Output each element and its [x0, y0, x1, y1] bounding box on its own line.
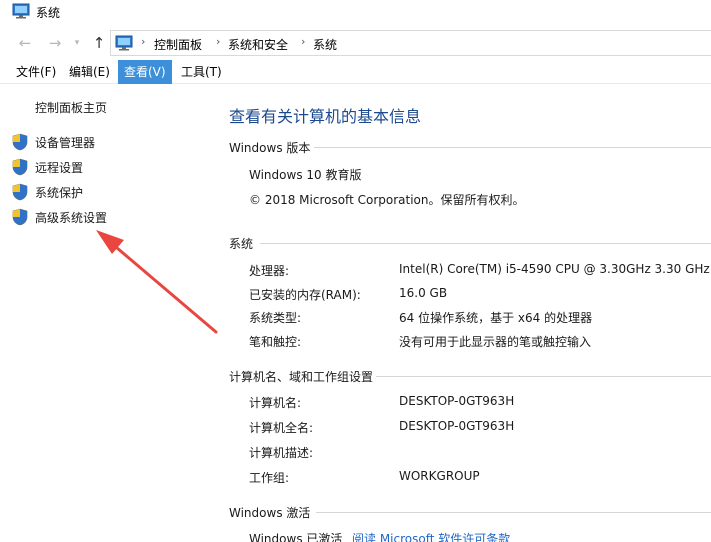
up-arrow-icon[interactable]: ↑	[88, 32, 110, 54]
pen-touch-value: 没有可用于此显示器的笔或触控输入	[399, 335, 592, 349]
section-divider	[314, 147, 711, 148]
chevron-right-icon[interactable]: ›	[216, 35, 220, 48]
ram-label: 已安装的内存(RAM):	[249, 288, 361, 302]
section-divider	[316, 512, 711, 513]
workgroup-label: 工作组:	[249, 471, 290, 485]
section-header-windows-edition: Windows 版本	[229, 141, 311, 155]
workgroup-value: WORKGROUP	[399, 469, 480, 483]
sidebar-item-label: 系统保护	[35, 185, 84, 200]
uac-shield-icon	[12, 133, 28, 151]
navigation-bar: ← → ▾ ↑ › 控制面板 › 系统和安全 › 系统	[0, 28, 711, 58]
control-panel-home-link[interactable]: 控制面板主页	[35, 99, 107, 116]
computer-description-label: 计算机描述:	[249, 446, 314, 460]
left-navigation-pane: 控制面板主页 设备管理器 远程设置 系统保护 高级系统设置	[0, 85, 218, 542]
sidebar-item-label: 高级系统设置	[35, 210, 108, 225]
address-bar[interactable]: › 控制面板 › 系统和安全 › 系统	[110, 30, 711, 56]
system-type-label: 系统类型:	[249, 311, 302, 325]
sidebar-item-label: 设备管理器	[35, 135, 96, 150]
processor-value: Intel(R) Core(TM) i5-4590 CPU @ 3.30GHz …	[399, 262, 710, 276]
menu-view[interactable]: 查看(V)	[118, 60, 172, 84]
recent-locations-chevron-icon[interactable]: ▾	[70, 32, 84, 54]
menu-edit[interactable]: 编辑(E)	[63, 60, 116, 84]
menu-file[interactable]: 文件(F)	[10, 60, 62, 84]
main-content: 查看有关计算机的基本信息 Windows 版本 Windows 10 教育版 ©…	[218, 85, 711, 542]
chevron-right-icon[interactable]: ›	[301, 35, 305, 48]
license-terms-link[interactable]: 阅读 Microsoft 软件许可条款	[352, 530, 510, 542]
system-type-value: 64 位操作系统，基于 x64 的处理器	[399, 311, 593, 325]
section-header-computer-name: 计算机名、域和工作组设置	[229, 370, 374, 384]
chevron-right-icon[interactable]: ›	[141, 35, 145, 48]
ram-value: 16.0 GB	[399, 286, 448, 300]
uac-shield-icon	[12, 183, 28, 201]
computer-monitor-icon	[12, 3, 30, 19]
breadcrumb-system[interactable]: 系统	[313, 36, 337, 53]
window-title: 系统	[36, 6, 61, 20]
sidebar-item-system-protection[interactable]: 系统保护	[12, 182, 83, 202]
title-bar: 系统	[0, 0, 711, 28]
full-computer-name-value: DESKTOP-0GT963H	[399, 419, 515, 433]
section-header-activation: Windows 激活	[229, 506, 311, 520]
page-title: 查看有关计算机的基本信息	[229, 107, 422, 126]
sidebar-item-label: 远程设置	[35, 160, 84, 175]
pen-touch-label: 笔和触控:	[249, 335, 302, 349]
breadcrumb-control-panel[interactable]: 控制面板	[154, 36, 202, 53]
computer-monitor-icon	[115, 35, 133, 51]
computer-name-label: 计算机名:	[249, 396, 302, 410]
back-arrow-icon[interactable]: ←	[14, 32, 36, 54]
activation-status: Windows 已激活	[249, 532, 343, 542]
uac-shield-icon	[12, 208, 28, 226]
sidebar-item-remote-settings[interactable]: 远程设置	[12, 157, 83, 177]
menu-tools[interactable]: 工具(T)	[175, 60, 228, 84]
section-divider	[260, 243, 711, 244]
copyright-text: © 2018 Microsoft Corporation。保留所有权利。	[249, 193, 525, 207]
breadcrumb-system-security[interactable]: 系统和安全	[228, 36, 288, 53]
forward-arrow-icon[interactable]: →	[44, 32, 66, 54]
processor-label: 处理器:	[249, 264, 290, 278]
computer-name-value: DESKTOP-0GT963H	[399, 394, 515, 408]
section-header-system: 系统	[229, 237, 254, 251]
sidebar-item-advanced-system-settings[interactable]: 高级系统设置	[12, 207, 107, 227]
windows-edition-name: Windows 10 教育版	[249, 168, 362, 182]
full-computer-name-label: 计算机全名:	[249, 421, 314, 435]
uac-shield-icon	[12, 158, 28, 176]
section-divider	[376, 376, 711, 377]
sidebar-item-device-manager[interactable]: 设备管理器	[12, 132, 95, 152]
menu-bar: 文件(F) 编辑(E) 查看(V) 工具(T)	[0, 60, 711, 84]
